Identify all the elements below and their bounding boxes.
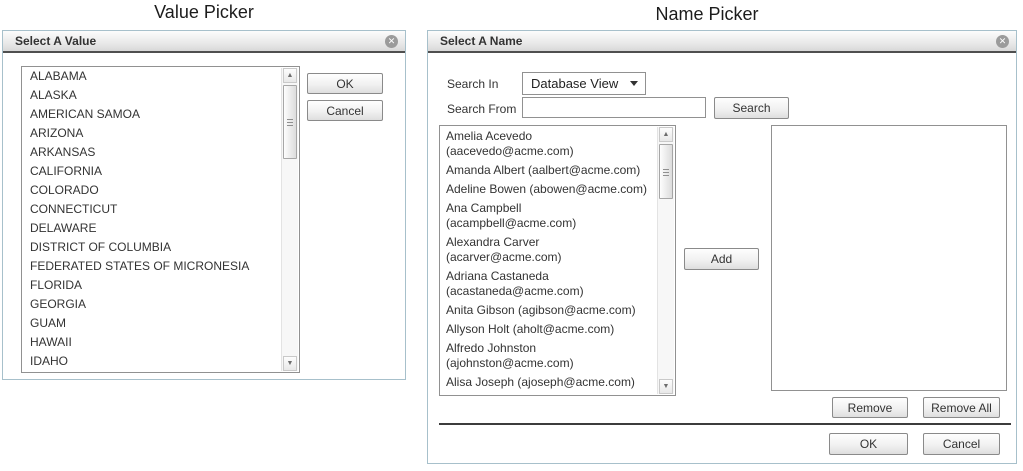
footer-divider (439, 423, 1011, 425)
value-list-item[interactable]: GUAM (22, 314, 281, 333)
name-list-item[interactable]: Adeline Bowen (abowen@acme.com) (440, 180, 657, 199)
add-button[interactable]: Add (684, 248, 759, 270)
remove-all-button[interactable]: Remove All (923, 397, 1000, 418)
name-list-item[interactable]: Amanda Albert (aalbert@acme.com) (440, 161, 657, 180)
cancel-button[interactable]: Cancel (307, 100, 383, 121)
name-source-listbox[interactable]: Amelia Acevedo(aacevedo@acme.com)Amanda … (439, 125, 676, 396)
value-picker-titlebar: Select A Value ✕ (3, 31, 405, 53)
name-list-item[interactable]: Alfredo Johnston(ajohnston@acme.com) (440, 339, 657, 373)
scrollbar-grip-icon (287, 119, 293, 126)
screen: Value Picker Select A Value ✕ ALABAMAALA… (0, 0, 1023, 471)
name-target-listbox[interactable] (771, 125, 1007, 391)
name-list: Amelia Acevedo(aacevedo@acme.com)Amanda … (440, 127, 657, 395)
close-icon[interactable]: ✕ (385, 35, 398, 48)
name-list-item[interactable]: Alexandra Carver(acarver@acme.com) (440, 233, 657, 267)
value-list-item[interactable]: FEDERATED STATES OF MICRONESIA (22, 257, 281, 276)
ok-button[interactable]: OK (307, 73, 383, 94)
value-list-item[interactable]: CALIFORNIA (22, 162, 281, 181)
value-picker-heading: Value Picker (2, 2, 406, 23)
name-list-item[interactable]: Amelia Acevedo(aacevedo@acme.com) (440, 127, 657, 161)
search-in-selected-value: Database View (531, 76, 618, 91)
value-list-item[interactable]: HAWAII (22, 333, 281, 352)
ok-button[interactable]: OK (829, 433, 908, 455)
name-list-item[interactable]: Alison Mckay (amckay@acme.com) (440, 392, 657, 395)
chevron-down-icon (630, 81, 638, 86)
cancel-button[interactable]: Cancel (923, 433, 1000, 455)
name-picker-titlebar: Select A Name ✕ (428, 31, 1016, 53)
value-list-item[interactable]: ALABAMA (22, 67, 281, 86)
value-list-item[interactable]: AMERICAN SAMOA (22, 105, 281, 124)
remove-button[interactable]: Remove (832, 397, 908, 418)
name-list-item[interactable]: Ana Campbell(acampbell@acme.com) (440, 199, 657, 233)
scroll-down-icon[interactable]: ▼ (659, 379, 673, 394)
name-list-item[interactable]: Allyson Holt (aholt@acme.com) (440, 320, 657, 339)
search-button[interactable]: Search (714, 97, 789, 119)
value-list-item[interactable]: ARIZONA (22, 124, 281, 143)
value-list-item[interactable]: FLORIDA (22, 276, 281, 295)
search-in-label: Search In (447, 77, 498, 91)
search-from-label: Search From (447, 102, 516, 116)
scroll-up-icon[interactable]: ▲ (283, 68, 297, 83)
name-list-item[interactable]: Alisa Joseph (ajoseph@acme.com) (440, 373, 657, 392)
name-picker-heading: Name Picker (427, 4, 987, 25)
scrollbar-grip-icon (663, 169, 669, 176)
dialog-title: Select A Value (3, 34, 96, 48)
scroll-down-icon[interactable]: ▼ (283, 356, 297, 371)
value-list-item[interactable]: DELAWARE (22, 219, 281, 238)
scroll-up-icon[interactable]: ▲ (659, 127, 673, 142)
value-list: ALABAMAALASKAAMERICAN SAMOAARIZONAARKANS… (22, 67, 281, 372)
value-list-item[interactable]: IDAHO (22, 352, 281, 371)
value-listbox[interactable]: ALABAMAALASKAAMERICAN SAMOAARIZONAARKANS… (21, 66, 300, 373)
value-list-item[interactable]: COLORADO (22, 181, 281, 200)
search-in-dropdown[interactable]: Database View (522, 72, 646, 95)
value-list-scrollbar[interactable]: ▲ ▼ (281, 68, 298, 371)
value-list-item[interactable]: CONNECTICUT (22, 200, 281, 219)
value-picker-dialog: Select A Value ✕ ALABAMAALASKAAMERICAN S… (2, 30, 406, 380)
name-list-scrollbar[interactable]: ▲ ▼ (657, 127, 674, 394)
name-list-item[interactable]: Adriana Castaneda(acastaneda@acme.com) (440, 267, 657, 301)
scrollbar-thumb[interactable] (659, 144, 673, 199)
name-list-item[interactable]: Anita Gibson (agibson@acme.com) (440, 301, 657, 320)
dialog-title: Select A Name (428, 34, 522, 48)
search-from-input[interactable] (522, 97, 706, 118)
value-list-item[interactable]: ALASKA (22, 86, 281, 105)
value-list-item[interactable]: GEORGIA (22, 295, 281, 314)
name-picker-dialog: Select A Name ✕ Search In Database View … (427, 30, 1017, 464)
value-list-item[interactable]: ARKANSAS (22, 143, 281, 162)
close-icon[interactable]: ✕ (996, 35, 1009, 48)
value-list-item[interactable]: DISTRICT OF COLUMBIA (22, 238, 281, 257)
scrollbar-thumb[interactable] (283, 85, 297, 159)
